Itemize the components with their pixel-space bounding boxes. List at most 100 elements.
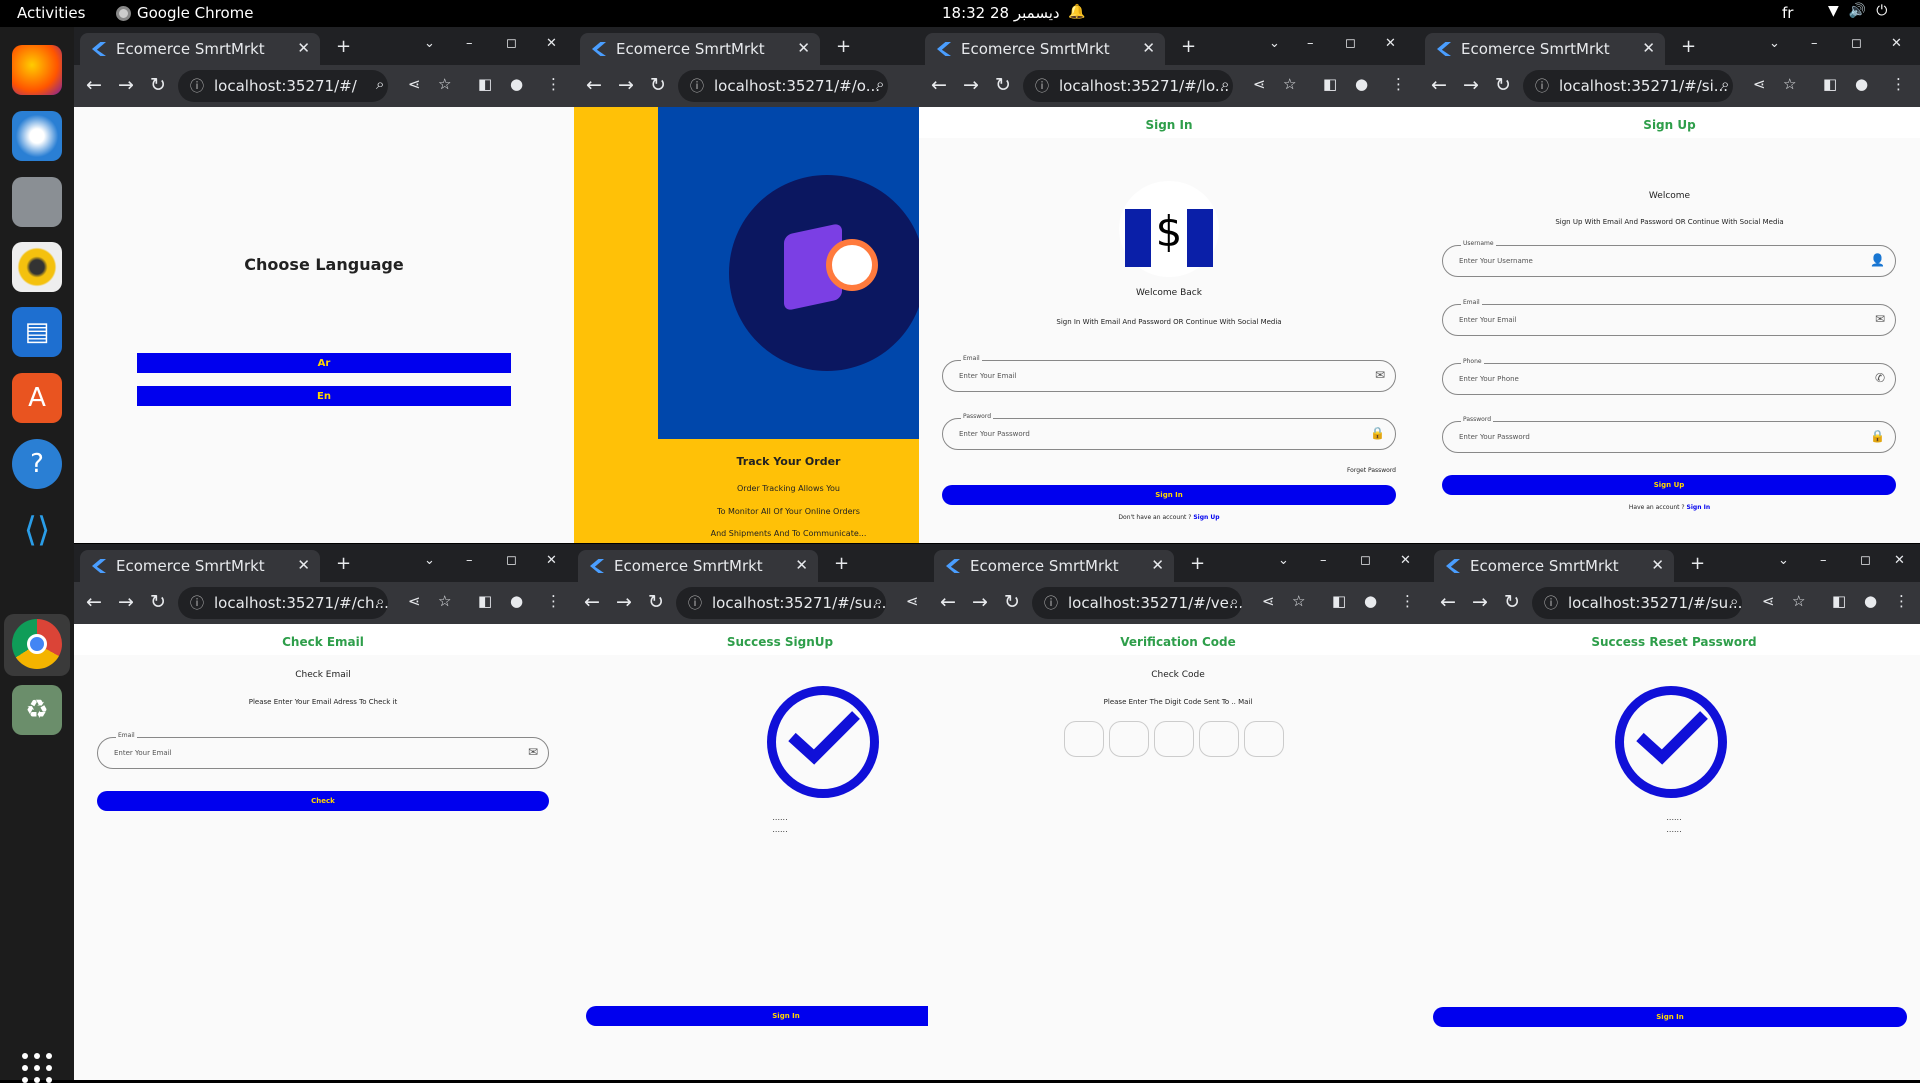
bookmark-star-icon[interactable]: ☆ (1783, 75, 1796, 93)
browser-tab[interactable]: Ecomerce SmrtMrkt ✕ (1425, 33, 1665, 65)
minimize-icon[interactable]: – (1307, 36, 1314, 51)
close-tab-icon[interactable]: ✕ (1142, 39, 1155, 57)
forward-icon[interactable]: → (118, 591, 134, 613)
address-bar[interactable]: localhost:35271/#/o... (678, 70, 888, 102)
writer-icon[interactable]: ▤ (12, 307, 62, 357)
reload-icon[interactable]: ↻ (1495, 74, 1511, 96)
sign-in-button[interactable]: Sign In (1433, 1007, 1907, 1027)
share-icon[interactable]: ⋖ (408, 592, 421, 610)
check-button[interactable]: Check (97, 791, 549, 811)
back-icon[interactable]: ← (584, 591, 600, 613)
side-panel-icon[interactable]: ◧ (478, 75, 492, 93)
forward-icon[interactable]: → (963, 74, 979, 96)
zoom-icon[interactable]: ⌕ (1221, 75, 1229, 93)
code-digit-1[interactable] (1064, 721, 1104, 757)
back-icon[interactable]: ← (86, 591, 102, 613)
bookmark-star-icon[interactable]: ☆ (438, 75, 451, 93)
zoom-icon[interactable]: ⌕ (874, 592, 882, 610)
browser-tab[interactable]: Ecomerce SmrtMrkt ✕ (925, 33, 1165, 65)
back-icon[interactable]: ← (940, 591, 956, 613)
share-icon[interactable]: ⋖ (408, 75, 421, 93)
zoom-icon[interactable]: ⌕ (1730, 592, 1738, 610)
maximize-icon[interactable]: ◻ (1851, 36, 1862, 51)
tab-search-icon[interactable]: ⌄ (424, 553, 435, 568)
app-center-icon[interactable]: A (12, 373, 62, 423)
profile-icon[interactable]: ● (1355, 75, 1368, 93)
close-window-icon[interactable]: ✕ (546, 553, 557, 568)
browser-tab[interactable]: Ecomerce SmrtMrkt ✕ (1434, 550, 1674, 582)
share-icon[interactable]: ⋖ (906, 592, 919, 610)
forward-icon[interactable]: → (118, 74, 134, 96)
reload-icon[interactable]: ↻ (150, 74, 166, 96)
zoom-icon[interactable]: ⌕ (1230, 592, 1238, 610)
sign-in-button[interactable]: Sign In (586, 1006, 928, 1026)
minimize-icon[interactable]: – (1320, 553, 1327, 568)
menu-icon[interactable]: ⋮ (1400, 592, 1415, 610)
maximize-icon[interactable]: ◻ (506, 36, 517, 51)
tab-search-icon[interactable]: ⌄ (424, 36, 435, 51)
firefox-icon[interactable] (12, 45, 62, 95)
password-field[interactable]: Password Enter Your Password 🔒 (1442, 416, 1896, 453)
activities-button[interactable]: Activities (17, 4, 85, 22)
sign-up-button[interactable]: Sign Up (1442, 475, 1896, 495)
menu-icon[interactable]: ⋮ (546, 75, 561, 93)
close-window-icon[interactable]: ✕ (1385, 36, 1396, 51)
minimize-icon[interactable]: – (466, 553, 473, 568)
help-icon[interactable]: ? (12, 439, 62, 489)
back-icon[interactable]: ← (86, 74, 102, 96)
maximize-icon[interactable]: ◻ (1360, 553, 1371, 568)
english-button[interactable]: En (137, 386, 511, 406)
close-window-icon[interactable]: ✕ (1891, 36, 1902, 51)
forward-icon[interactable]: → (616, 591, 632, 613)
code-digit-3[interactable] (1154, 721, 1194, 757)
menu-icon[interactable]: ⋮ (1891, 75, 1906, 93)
maximize-icon[interactable]: ◻ (1860, 553, 1871, 568)
new-tab-icon[interactable]: + (1190, 553, 1205, 574)
new-tab-icon[interactable]: + (1181, 36, 1196, 57)
sign-in-link[interactable]: Sign In (1687, 504, 1711, 511)
reload-icon[interactable]: ↻ (1504, 591, 1520, 613)
profile-icon[interactable]: ● (510, 592, 523, 610)
browser-tab[interactable]: Ecomerce SmrtMrkt ✕ (934, 550, 1174, 582)
password-field[interactable]: Password Enter Your Password 🔒 (942, 413, 1396, 450)
thunderbird-icon[interactable] (12, 111, 62, 161)
close-tab-icon[interactable]: ✕ (797, 39, 810, 57)
share-icon[interactable]: ⋖ (1262, 592, 1275, 610)
address-bar[interactable]: localhost:35271/#/su... (676, 587, 886, 619)
code-digit-4[interactable] (1199, 721, 1239, 757)
back-icon[interactable]: ← (1440, 591, 1456, 613)
profile-icon[interactable]: ● (510, 75, 523, 93)
reload-icon[interactable]: ↻ (150, 591, 166, 613)
vscode-icon[interactable]: ⟨⟩ (12, 505, 62, 555)
forward-icon[interactable]: → (972, 591, 988, 613)
close-tab-icon[interactable]: ✕ (1651, 556, 1664, 574)
system-tray[interactable]: ▼ 🔊 ⏻ (1828, 3, 1887, 19)
minimize-icon[interactable]: – (466, 36, 473, 51)
forward-icon[interactable]: → (1463, 74, 1479, 96)
phone-field[interactable]: Phone Enter Your Phone ✆ (1442, 358, 1896, 395)
email-field[interactable]: Email Enter Your Email ✉ (1442, 299, 1896, 336)
tab-search-icon[interactable]: ⌄ (1269, 36, 1280, 51)
arabic-button[interactable]: Ar (137, 353, 511, 373)
code-digit-2[interactable] (1109, 721, 1149, 757)
close-window-icon[interactable]: ✕ (1894, 553, 1905, 568)
sign-up-link[interactable]: Sign Up (1193, 514, 1219, 521)
address-bar[interactable]: localhost:35271/#/su... (1532, 587, 1742, 619)
back-icon[interactable]: ← (586, 74, 602, 96)
browser-tab[interactable]: Ecomerce SmrtMrkt ✕ (578, 550, 818, 582)
username-field[interactable]: Username Enter Your Username 👤 (1442, 240, 1896, 277)
clock[interactable]: 18:32 28 ديسمبر (942, 4, 1060, 22)
browser-tab[interactable]: Ecomerce SmrtMrkt ✕ (80, 550, 320, 582)
chrome-icon[interactable] (12, 619, 62, 669)
side-panel-icon[interactable]: ◧ (1823, 75, 1837, 93)
email-field[interactable]: Email Enter Your Email ✉ (97, 732, 549, 769)
code-digit-5[interactable] (1244, 721, 1284, 757)
bookmark-star-icon[interactable]: ☆ (1792, 592, 1805, 610)
profile-icon[interactable]: ● (1364, 592, 1377, 610)
address-bar[interactable]: localhost:35271/#/lo... (1023, 70, 1233, 102)
reload-icon[interactable]: ↻ (995, 74, 1011, 96)
tab-search-icon[interactable]: ⌄ (1778, 553, 1789, 568)
address-bar[interactable]: localhost:35271/#/si... (1523, 70, 1733, 102)
back-icon[interactable]: ← (931, 74, 947, 96)
close-window-icon[interactable]: ✕ (546, 36, 557, 51)
